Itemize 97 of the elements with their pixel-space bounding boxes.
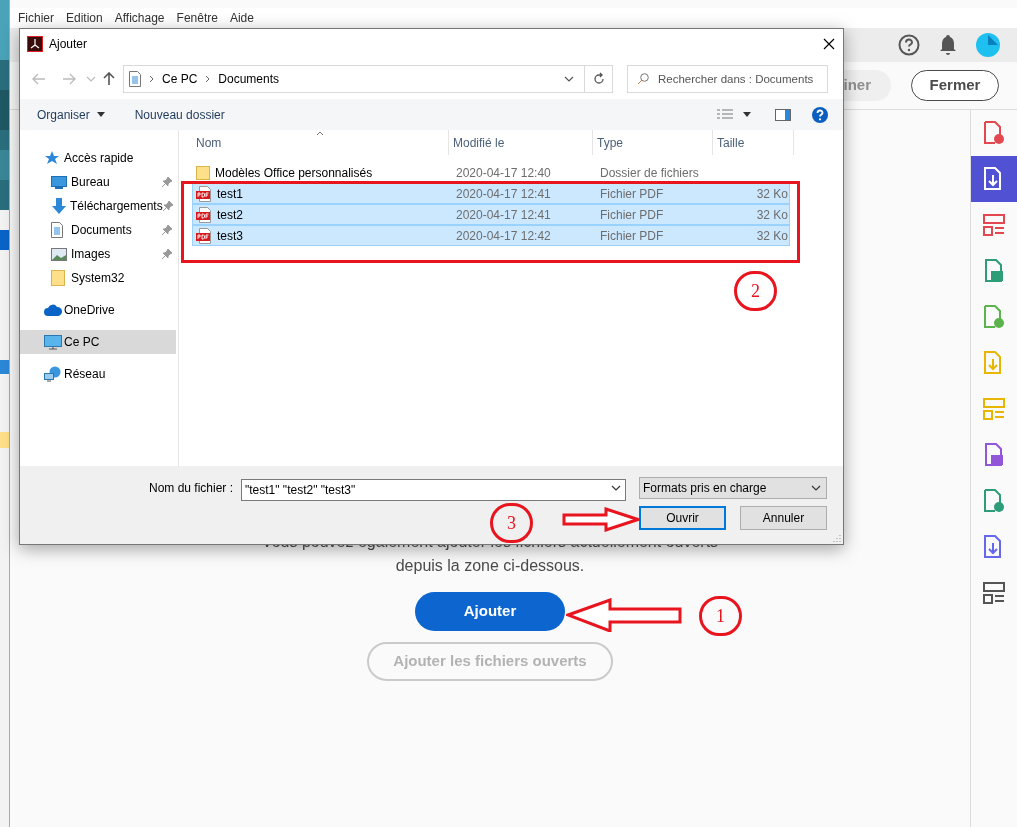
network-icon (44, 366, 62, 382)
dialog-title: Ajouter (49, 35, 89, 53)
nav-item[interactable]: Ce PC (20, 330, 176, 354)
dialog-button[interactable]: Annuler (740, 506, 827, 530)
step-number: 1 (699, 596, 742, 636)
document-icon (129, 70, 141, 87)
close-icon[interactable] (823, 37, 835, 50)
caret-icon (96, 112, 105, 117)
tool-slot[interactable] (971, 156, 1017, 202)
help-icon[interactable] (898, 34, 920, 56)
nav-item[interactable]: Réseau (20, 362, 176, 386)
sort-caret-icon (316, 131, 324, 136)
star-icon (44, 150, 60, 166)
pdf-file-icon (196, 206, 212, 223)
step-number: 3 (490, 503, 533, 543)
chevron-right-icon (149, 74, 154, 83)
download-arrow-icon (51, 198, 67, 214)
pdf-file-icon (196, 227, 212, 244)
file-type: Fichier PDF (599, 206, 665, 224)
column-header[interactable]: Type (593, 130, 713, 155)
dropdown-chevron-icon (811, 485, 821, 491)
file-type: Fichier PDF (599, 227, 665, 245)
desktop-icon (51, 175, 67, 189)
breadcrumb[interactable]: Documents (218, 69, 280, 88)
file-name: test2 (217, 206, 243, 224)
refresh-icon[interactable] (592, 72, 605, 85)
document-icon (51, 222, 63, 238)
chevron-right-icon (205, 74, 211, 83)
document-plus-icon (983, 305, 1005, 329)
file-type-dropdown[interactable]: Formats pris en charge (639, 477, 827, 499)
dialog-button[interactable]: Ouvrir (639, 506, 726, 530)
search-field[interactable]: Rechercher dans : Documents (627, 64, 828, 93)
file-type: Dossier de fichiers (599, 164, 700, 182)
folder-icon (196, 165, 210, 180)
computer-icon (44, 334, 62, 350)
nav-item[interactable]: Documents (20, 218, 176, 242)
folder-icon (51, 270, 65, 286)
document-plus-icon (983, 489, 1005, 513)
layout-icon (983, 214, 1005, 236)
layout-icon (983, 398, 1005, 420)
breadcrumb[interactable]: Ce PC (162, 69, 198, 88)
file-name-label: Nom du fichier : (149, 480, 235, 497)
dropdown-chevron-icon (611, 485, 621, 491)
file-row[interactable]: test2 2020-04-17 12:41 Fichier PDF 32 Ko (192, 204, 790, 225)
file-name: Modèles Office personnalisés (215, 164, 373, 182)
nav-item[interactable]: Images (20, 242, 176, 266)
file-name: test3 (217, 227, 243, 245)
toolbar-button[interactable]: Organiser (37, 105, 105, 124)
file-type: Fichier PDF (599, 185, 665, 203)
chevron-icon (86, 75, 96, 82)
app-icon (27, 35, 43, 52)
column-header[interactable]: Taille (713, 130, 794, 155)
avatar[interactable] (976, 33, 1000, 57)
page-icon (983, 443, 1005, 467)
nav-item[interactable]: System32 (20, 266, 176, 290)
column-header[interactable]: Nom (192, 130, 449, 155)
resize-grip-icon (833, 534, 841, 542)
nav-item[interactable]: OneDrive (20, 298, 176, 322)
nav-item[interactable]: Bureau (20, 170, 176, 194)
file-row[interactable]: test1 2020-04-17 12:41 Fichier PDF 32 Ko (192, 183, 790, 204)
address-bar[interactable]: Ce PC Documents (123, 64, 613, 93)
caret-icon (743, 112, 751, 117)
file-name: test1 (217, 185, 243, 203)
nav-item[interactable]: Téléchargements (20, 194, 176, 218)
up-arrow-icon[interactable] (103, 71, 115, 86)
layout-icon (983, 582, 1005, 604)
cloud-icon (44, 304, 62, 316)
file-name-field[interactable]: "test1" "test2" "test3" (241, 479, 626, 501)
modified-date: 2020-04-17 12:41 (455, 185, 552, 203)
modified-date: 2020-04-17 12:42 (455, 227, 552, 245)
add-button[interactable]: Ajouter (415, 592, 565, 631)
modified-date: 2020-04-17 12:40 (455, 164, 552, 182)
page-icon (983, 259, 1005, 283)
dropdown-chevron-icon (564, 75, 574, 82)
menu-item[interactable]: Fenêtre (176, 9, 218, 27)
image-icon (51, 247, 67, 261)
file-size: 32 Ko (755, 206, 788, 224)
step-number: 2 (734, 271, 777, 311)
pdf-file-icon (196, 185, 212, 202)
bell-icon[interactable] (938, 34, 958, 56)
menu-item[interactable]: Fichier (18, 9, 54, 27)
preview-pane-icon[interactable] (775, 108, 791, 121)
file-size: 32 Ko (755, 185, 788, 203)
search-icon (637, 72, 649, 85)
menu-item[interactable]: Aide (229, 9, 254, 27)
help-icon[interactable] (812, 106, 828, 123)
menu-item[interactable]: Affichage (114, 9, 165, 27)
file-row[interactable]: test3 2020-04-17 12:42 Fichier PDF 32 Ko (192, 225, 790, 246)
nav-item[interactable]: Accès rapide (20, 146, 176, 170)
document-plus-icon (983, 121, 1005, 145)
column-header[interactable]: Modifié le (449, 130, 593, 155)
close-button[interactable]: Fermer (911, 70, 999, 101)
menu-item[interactable]: Edition (66, 9, 103, 27)
toolbar-button[interactable]: Nouveau dossier (134, 105, 225, 124)
file-size: 32 Ko (755, 227, 788, 245)
file-row[interactable]: Modèles Office personnalisés 2020-04-17 12:40 Dossier de fichiers (192, 162, 790, 183)
modified-date: 2020-04-17 12:41 (455, 206, 552, 224)
